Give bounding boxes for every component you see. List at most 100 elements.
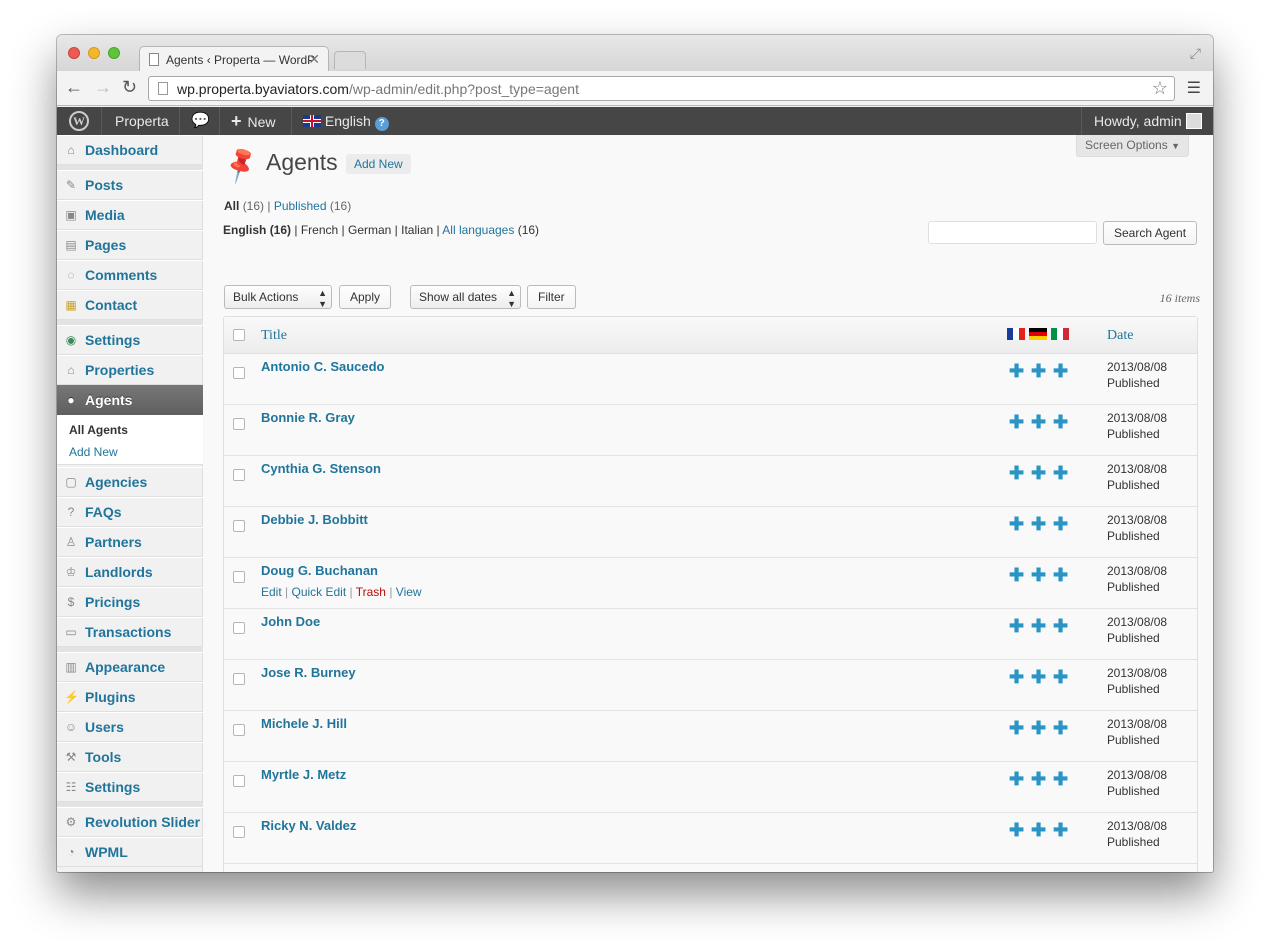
minimize-window-button[interactable] bbox=[88, 47, 100, 59]
add-translation-german-icon[interactable]: ✚ bbox=[1031, 362, 1046, 380]
add-translation-french-icon[interactable]: ✚ bbox=[1009, 770, 1024, 788]
add-translation-italian-icon[interactable]: ✚ bbox=[1053, 362, 1068, 380]
edit-link[interactable]: Edit bbox=[261, 585, 282, 599]
sidebar-item-appearance[interactable]: ▥ Appearance bbox=[57, 652, 203, 682]
trash-link[interactable]: Trash bbox=[356, 585, 386, 599]
add-translation-italian-icon[interactable]: ✚ bbox=[1053, 668, 1068, 686]
add-translation-italian-icon[interactable]: ✚ bbox=[1053, 566, 1068, 584]
sidebar-item-faqs[interactable]: ? FAQs bbox=[57, 497, 203, 527]
wordpress-logo-icon[interactable]: W bbox=[69, 111, 89, 131]
add-translation-german-icon[interactable]: ✚ bbox=[1031, 515, 1046, 533]
agent-name-link[interactable]: Jose R. Burney bbox=[261, 665, 356, 680]
agent-name-link[interactable]: Doug G. Buchanan bbox=[261, 563, 378, 578]
lang-italian[interactable]: Italian bbox=[401, 223, 433, 237]
add-translation-french-icon[interactable]: ✚ bbox=[1009, 719, 1024, 737]
bulk-actions-select[interactable]: Bulk Actions ▲ ▼ bbox=[224, 285, 332, 309]
forward-arrow-icon[interactable]: → bbox=[94, 77, 112, 98]
filter-all[interactable]: All bbox=[224, 199, 239, 213]
reload-icon[interactable]: ↻ bbox=[122, 77, 137, 98]
new-content-menu[interactable]: + New bbox=[231, 107, 276, 135]
address-bar[interactable]: wp.properta.byaviators.com/wp-admin/edit… bbox=[148, 76, 1175, 101]
agent-name-link[interactable]: Ricky N. Valdez bbox=[261, 818, 356, 833]
submenu-add-new[interactable]: Add New bbox=[69, 445, 118, 459]
row-checkbox[interactable] bbox=[233, 367, 245, 379]
add-translation-german-icon[interactable]: ✚ bbox=[1031, 617, 1046, 635]
add-translation-german-icon[interactable]: ✚ bbox=[1031, 413, 1046, 431]
row-checkbox[interactable] bbox=[233, 469, 245, 481]
sidebar-item-settings-theme[interactable]: ◉ Settings bbox=[57, 325, 203, 355]
sidebar-item-media[interactable]: ▣ Media bbox=[57, 200, 203, 230]
screen-options-button[interactable]: Screen Options ▼ bbox=[1076, 135, 1189, 157]
add-translation-italian-icon[interactable]: ✚ bbox=[1053, 719, 1068, 737]
add-translation-french-icon[interactable]: ✚ bbox=[1009, 464, 1024, 482]
sidebar-item-partners[interactable]: ♙ Partners bbox=[57, 527, 203, 557]
agent-name-link[interactable]: Debbie J. Bobbitt bbox=[261, 512, 368, 527]
add-translation-french-icon[interactable]: ✚ bbox=[1009, 515, 1024, 533]
sidebar-item-comments[interactable]: ◌ Comments bbox=[57, 260, 203, 290]
sidebar-item-agencies[interactable]: ▢ Agencies bbox=[57, 467, 203, 497]
filter-button[interactable]: Filter bbox=[527, 285, 576, 309]
agent-name-link[interactable]: John Doe bbox=[261, 614, 320, 629]
add-translation-german-icon[interactable]: ✚ bbox=[1031, 719, 1046, 737]
row-checkbox[interactable] bbox=[233, 826, 245, 838]
sidebar-item-transactions[interactable]: ▭ Transactions bbox=[57, 617, 203, 647]
fullscreen-icon[interactable]: ⤢ bbox=[1190, 45, 1201, 62]
sidebar-item-plugins[interactable]: ⚡ Plugins bbox=[57, 682, 203, 712]
agent-name-link[interactable]: Ronny R. Drye bbox=[261, 869, 351, 872]
new-tab-button[interactable] bbox=[334, 51, 366, 69]
agent-name-link[interactable]: Bonnie R. Gray bbox=[261, 410, 355, 425]
column-title-header[interactable]: Title bbox=[261, 328, 287, 344]
add-translation-german-icon[interactable]: ✚ bbox=[1031, 821, 1046, 839]
lang-english[interactable]: English bbox=[223, 223, 266, 237]
add-translation-german-icon[interactable]: ✚ bbox=[1031, 566, 1046, 584]
quick-edit-link[interactable]: Quick Edit bbox=[291, 585, 346, 599]
add-translation-italian-icon[interactable]: ✚ bbox=[1053, 464, 1068, 482]
sidebar-item-settings[interactable]: ☷ Settings bbox=[57, 772, 203, 802]
row-checkbox[interactable] bbox=[233, 724, 245, 736]
add-translation-french-icon[interactable]: ✚ bbox=[1009, 413, 1024, 431]
add-translation-italian-icon[interactable]: ✚ bbox=[1053, 770, 1068, 788]
row-checkbox[interactable] bbox=[233, 571, 245, 583]
account-menu[interactable]: Howdy, admin bbox=[1094, 107, 1202, 135]
sidebar-item-properties[interactable]: ⌂ Properties bbox=[57, 355, 203, 385]
browser-tab[interactable]: Agents ‹ Properta — WordP ✕ bbox=[139, 46, 329, 72]
help-icon[interactable]: ? bbox=[374, 117, 389, 131]
search-agent-button[interactable]: Search Agent bbox=[1103, 221, 1198, 245]
zoom-window-button[interactable] bbox=[108, 47, 120, 59]
add-translation-french-icon[interactable]: ✚ bbox=[1009, 617, 1024, 635]
search-input[interactable] bbox=[928, 221, 1097, 244]
add-translation-german-icon[interactable]: ✚ bbox=[1031, 668, 1046, 686]
sidebar-item-pricings[interactable]: $ Pricings bbox=[57, 587, 203, 617]
add-translation-french-icon[interactable]: ✚ bbox=[1009, 668, 1024, 686]
sidebar-item-agents[interactable]: ● Agents bbox=[57, 385, 211, 415]
lang-all[interactable]: All languages bbox=[442, 223, 514, 237]
sidebar-item-contact[interactable]: ▦ Contact bbox=[57, 290, 203, 320]
sidebar-item-users[interactable]: ☺ Users bbox=[57, 712, 203, 742]
select-all-checkbox[interactable] bbox=[233, 329, 245, 341]
close-tab-icon[interactable]: ✕ bbox=[308, 51, 320, 68]
agent-name-link[interactable]: Michele J. Hill bbox=[261, 716, 347, 731]
close-window-button[interactable] bbox=[68, 47, 80, 59]
row-checkbox[interactable] bbox=[233, 673, 245, 685]
lang-french[interactable]: French bbox=[301, 223, 338, 237]
dates-select[interactable]: Show all dates ▲ ▼ bbox=[410, 285, 521, 309]
agent-name-link[interactable]: Myrtle J. Metz bbox=[261, 767, 346, 782]
view-link[interactable]: View bbox=[396, 585, 422, 599]
add-new-button[interactable]: Add New bbox=[346, 154, 411, 174]
add-translation-french-icon[interactable]: ✚ bbox=[1009, 821, 1024, 839]
add-translation-italian-icon[interactable]: ✚ bbox=[1053, 515, 1068, 533]
sidebar-item-dashboard[interactable]: ⌂ Dashboard bbox=[57, 135, 203, 165]
sidebar-item-wpml[interactable]: ◔ WPML bbox=[57, 837, 203, 867]
row-checkbox[interactable] bbox=[233, 418, 245, 430]
sidebar-item-posts[interactable]: ✎ Posts bbox=[57, 170, 203, 200]
add-translation-italian-icon[interactable]: ✚ bbox=[1053, 617, 1068, 635]
comments-bubble-icon[interactable]: 💬 bbox=[191, 107, 210, 135]
agent-name-link[interactable]: Cynthia G. Stenson bbox=[261, 461, 381, 476]
agent-name-link[interactable]: Antonio C. Saucedo bbox=[261, 359, 385, 374]
language-switcher[interactable]: English ? bbox=[303, 107, 389, 135]
row-checkbox[interactable] bbox=[233, 622, 245, 634]
apply-button[interactable]: Apply bbox=[339, 285, 392, 309]
sidebar-item-landlords[interactable]: ♔ Landlords bbox=[57, 557, 203, 587]
bookmark-star-icon[interactable]: ☆ bbox=[1152, 78, 1168, 99]
add-translation-italian-icon[interactable]: ✚ bbox=[1053, 413, 1068, 431]
